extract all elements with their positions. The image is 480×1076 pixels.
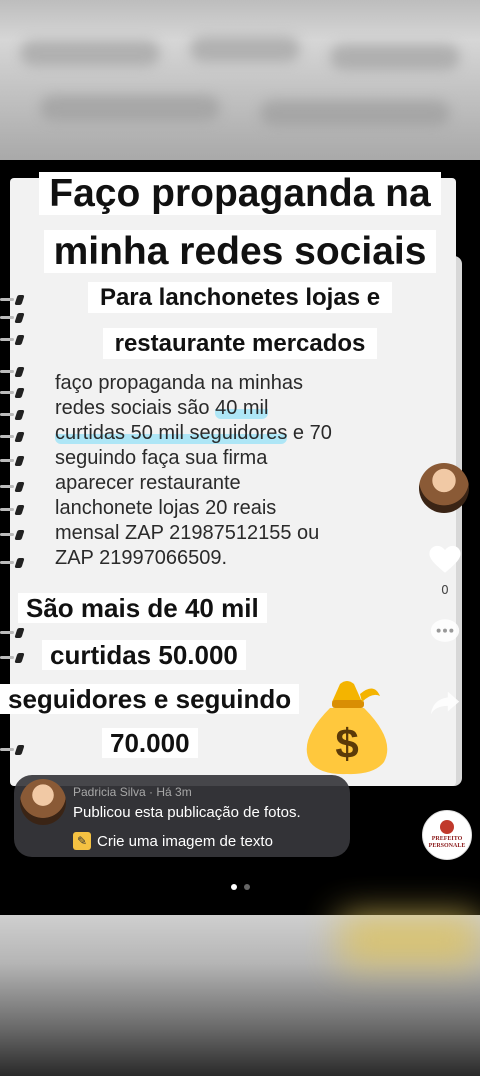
post-subtitle-line-2: restaurante mercados: [0, 324, 480, 364]
comment-icon[interactable]: [428, 615, 462, 649]
big-text-line-1: São mais de 40 mil: [18, 593, 267, 624]
profile-badge-logo[interactable]: PREFEITO PERSONALE: [422, 810, 472, 860]
big-text-line-4: 70.000: [102, 728, 198, 759]
create-text-image-label: Crie uma imagem de texto: [97, 832, 273, 850]
publisher-avatar[interactable]: [20, 779, 66, 825]
money-bag-icon: $: [306, 681, 388, 775]
share-icon[interactable]: [428, 686, 462, 720]
pager-dot-1[interactable]: [230, 884, 237, 890]
post-subtitle-line-1: Para lanchonetes lojas e: [0, 278, 480, 318]
like-count: 0: [441, 583, 449, 597]
publisher-name-time[interactable]: Padricia Silva · Há 3m: [73, 785, 192, 799]
pencil-icon: ✎: [73, 832, 91, 850]
big-text-line-3: seguidores e seguindo: [0, 684, 300, 715]
post-title-line-2: minha redes sociais: [0, 218, 480, 286]
svg-text:$: $: [335, 720, 358, 767]
post-body-text: faço propaganda na minhas redes sociais …: [55, 372, 332, 569]
badge-text: PREFEITO PERSONALE: [428, 836, 466, 849]
author-avatar[interactable]: [419, 463, 469, 513]
carousel-pager: [0, 884, 480, 890]
big-text-line-2: curtidas 50.000: [42, 640, 246, 671]
blurred-top-background: [0, 0, 480, 160]
blurred-bottom-background: [0, 915, 480, 1076]
badge-emblem-icon: [440, 820, 454, 834]
pager-dot-2[interactable]: [243, 884, 250, 890]
create-text-image-link[interactable]: ✎ Crie uma imagem de texto: [73, 832, 273, 850]
heart-icon[interactable]: [428, 543, 462, 577]
publication-description: Publicou esta publicação de fotos.: [73, 804, 301, 821]
